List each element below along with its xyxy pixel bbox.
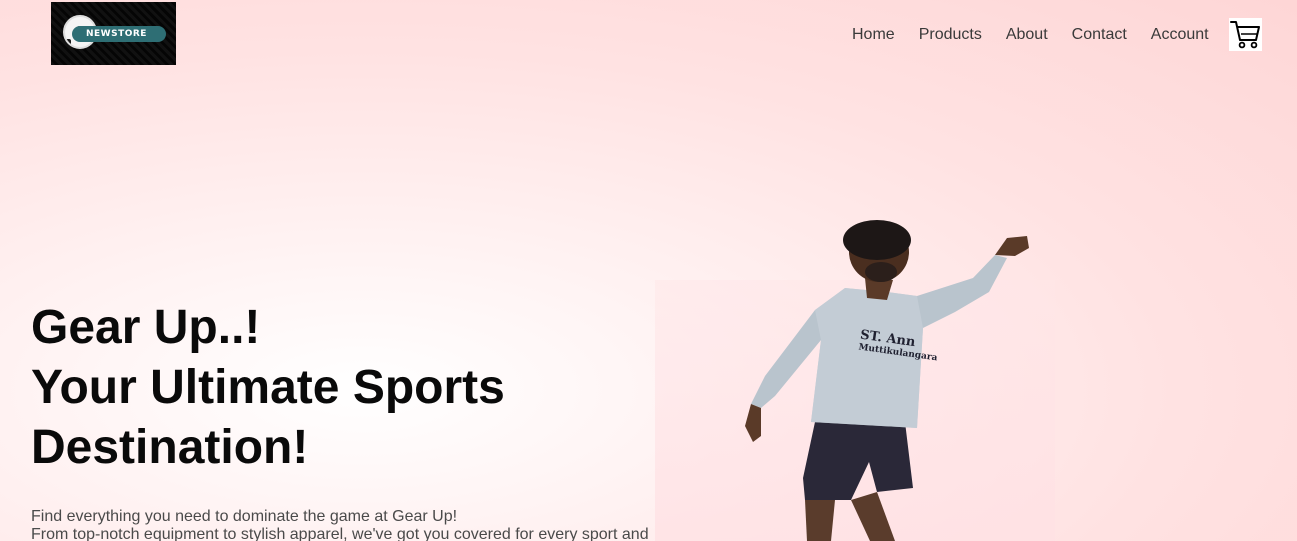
hero-description-line: From top-notch equipment to stylish appa… — [31, 526, 649, 541]
hero-title-line: Gear Up..! — [31, 301, 261, 354]
hero-description: Find everything you need to dominate the… — [31, 508, 671, 541]
logo-text: NEWSTORE — [72, 26, 166, 42]
nav-account[interactable]: Account — [1151, 24, 1209, 46]
hero-title-line: Destination! — [31, 421, 309, 474]
hero-section: Gear Up..! Your Ultimate Sports Destinat… — [31, 298, 671, 541]
nav-home[interactable]: Home — [852, 24, 895, 46]
hero-title-line: Your Ultimate Sports — [31, 361, 505, 414]
cart-icon[interactable] — [1229, 18, 1262, 51]
nav-products[interactable]: Products — [919, 24, 982, 46]
site-logo[interactable]: NEWSTORE — [51, 2, 176, 65]
main-navigation: Home Products About Contact Account — [852, 24, 1209, 46]
nav-contact[interactable]: Contact — [1072, 24, 1127, 46]
hero-description-line: Find everything you need to dominate the… — [31, 508, 458, 525]
hero-title: Gear Up..! Your Ultimate Sports Destinat… — [31, 298, 671, 478]
hero-player-image: ST. Ann Muttikulangara — [655, 200, 1055, 541]
nav-about[interactable]: About — [1006, 24, 1048, 46]
